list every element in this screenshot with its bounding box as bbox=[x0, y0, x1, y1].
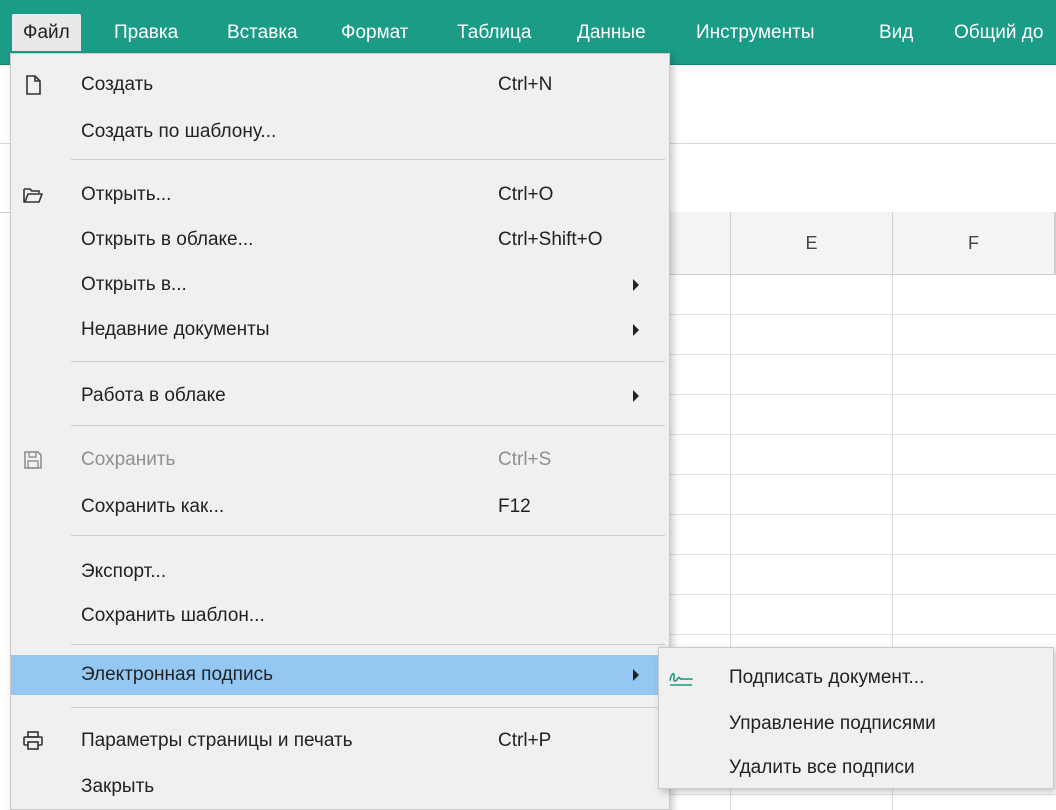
menu-item-shortcut: Ctrl+S bbox=[498, 449, 552, 470]
column-header-e[interactable]: E bbox=[731, 212, 893, 275]
menu-item-shortcut: Ctrl+P bbox=[498, 730, 552, 751]
gridline bbox=[670, 394, 1056, 395]
submenu-item-label: Удалить все подписи bbox=[729, 757, 915, 778]
menu-format[interactable]: Формат bbox=[330, 14, 420, 51]
gridline bbox=[670, 474, 1056, 475]
menu-item-label: Сохранить bbox=[81, 449, 176, 470]
gridline bbox=[670, 794, 1056, 795]
menu-item-label: Экспорт... bbox=[81, 561, 167, 582]
submenu-arrow-icon bbox=[633, 279, 639, 291]
gridline bbox=[670, 634, 1056, 635]
menu-item-label: Сохранить как... bbox=[81, 496, 225, 517]
submenu-arrow-icon bbox=[633, 669, 639, 681]
menu-item-label: Недавние документы bbox=[81, 319, 270, 340]
gridline bbox=[670, 514, 1056, 515]
menu-insert[interactable]: Вставка bbox=[216, 14, 309, 51]
menu-separator bbox=[71, 707, 665, 708]
file-menu: Создать Ctrl+N Создать по шаблону... Отк… bbox=[10, 53, 670, 810]
menu-item-page-setup-print[interactable]: Параметры страницы и печать Ctrl+P bbox=[11, 721, 669, 761]
submenu-arrow-icon bbox=[633, 390, 639, 402]
menu-item-shortcut: Ctrl+O bbox=[498, 184, 554, 205]
menu-item-label: Открыть... bbox=[81, 184, 172, 205]
submenu-item-sign-document[interactable]: Подписать документ... bbox=[659, 658, 1053, 698]
menu-item-label: Параметры страницы и печать bbox=[81, 730, 353, 751]
gridline bbox=[670, 434, 1056, 435]
menu-item-label: Создать bbox=[81, 74, 154, 95]
signature-icon bbox=[669, 672, 693, 686]
menu-separator bbox=[71, 644, 665, 645]
menu-separator bbox=[71, 535, 665, 536]
menu-tools[interactable]: Инструменты bbox=[685, 14, 825, 51]
menu-item-label: Открыть в... bbox=[81, 274, 187, 295]
gridline bbox=[670, 354, 1056, 355]
menu-separator bbox=[71, 425, 665, 426]
gridline bbox=[670, 554, 1056, 555]
menu-item-shortcut: F12 bbox=[498, 496, 531, 517]
menu-item-shortcut: Ctrl+Shift+O bbox=[498, 229, 603, 250]
menu-separator bbox=[71, 361, 665, 362]
menu-data[interactable]: Данные bbox=[566, 14, 657, 51]
submenu-arrow-icon bbox=[633, 324, 639, 336]
open-folder-icon bbox=[23, 188, 43, 203]
save-disk-icon bbox=[24, 451, 42, 469]
menu-item-label: Создать по шаблону... bbox=[81, 121, 277, 142]
signature-submenu: Подписать документ... Управление подпися… bbox=[658, 647, 1054, 789]
submenu-item-label: Управление подписями bbox=[729, 713, 936, 734]
column-header-d[interactable] bbox=[670, 212, 731, 275]
gridline bbox=[670, 314, 1056, 315]
menu-item-save[interactable]: Сохранить Ctrl+S bbox=[11, 440, 669, 480]
menu-item-label: Закрыть bbox=[81, 776, 155, 797]
menu-item-close[interactable]: Закрыть bbox=[11, 767, 669, 807]
menu-item-label: Работа в облаке bbox=[81, 385, 226, 406]
menu-item-digital-signature[interactable]: Электронная подпись bbox=[11, 655, 669, 695]
menu-file[interactable]: Файл bbox=[12, 14, 81, 51]
submenu-item-remove-all-signatures[interactable]: Удалить все подписи bbox=[659, 748, 1053, 788]
menu-item-save-as[interactable]: Сохранить как... F12 bbox=[11, 487, 669, 527]
menu-item-export[interactable]: Экспорт... bbox=[11, 552, 669, 592]
menu-item-open-in[interactable]: Открыть в... bbox=[11, 265, 669, 305]
gridline bbox=[670, 594, 1056, 595]
menu-item-open-cloud[interactable]: Открыть в облаке... Ctrl+Shift+O bbox=[11, 220, 669, 260]
column-header-f[interactable]: F bbox=[893, 212, 1055, 275]
menu-shared[interactable]: Общий до bbox=[943, 14, 1054, 51]
menu-item-label: Открыть в облаке... bbox=[81, 229, 254, 250]
submenu-item-manage-signatures[interactable]: Управление подписями bbox=[659, 704, 1053, 744]
menu-item-open[interactable]: Открыть... Ctrl+O bbox=[11, 175, 669, 215]
menu-table[interactable]: Таблица bbox=[446, 14, 543, 51]
new-document-icon bbox=[26, 75, 41, 95]
menu-separator bbox=[71, 159, 665, 160]
menu-edit[interactable]: Правка bbox=[103, 14, 189, 51]
menu-item-new[interactable]: Создать Ctrl+N bbox=[11, 65, 669, 105]
menu-view[interactable]: Вид bbox=[868, 14, 924, 51]
menu-item-cloud-work[interactable]: Работа в облаке bbox=[11, 376, 669, 416]
menu-item-new-from-template[interactable]: Создать по шаблону... bbox=[11, 112, 669, 152]
menu-item-label: Электронная подпись bbox=[81, 664, 273, 685]
menu-item-save-template[interactable]: Сохранить шаблон... bbox=[11, 596, 669, 636]
printer-icon bbox=[23, 731, 43, 750]
menu-item-shortcut: Ctrl+N bbox=[498, 74, 553, 95]
menu-item-label: Сохранить шаблон... bbox=[81, 605, 265, 626]
menu-item-recent-documents[interactable]: Недавние документы bbox=[11, 310, 669, 350]
submenu-item-label: Подписать документ... bbox=[729, 667, 925, 688]
